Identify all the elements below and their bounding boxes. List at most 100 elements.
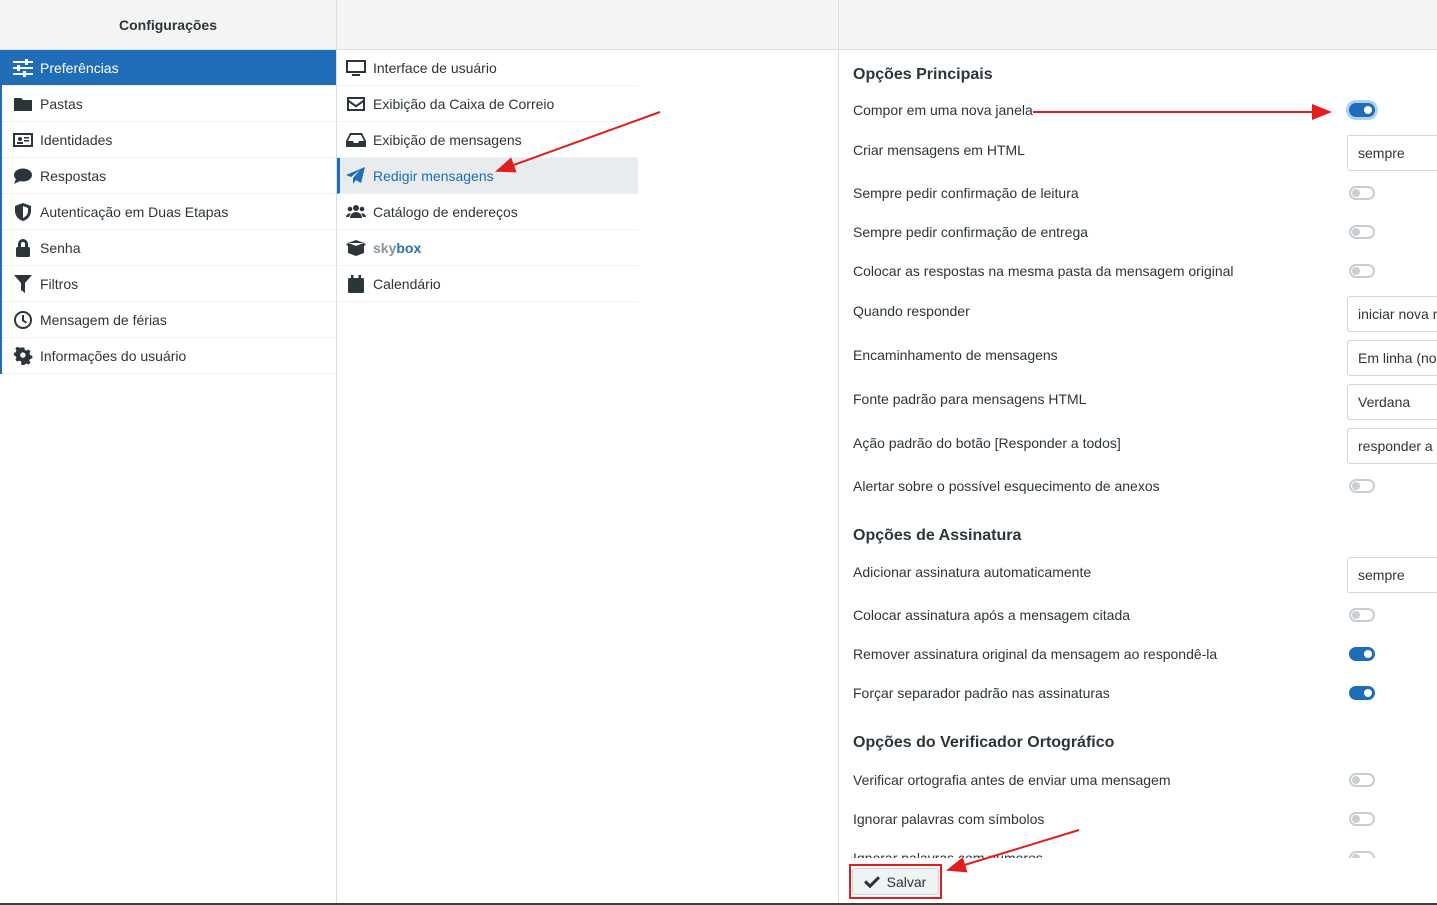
setting-sig-below-quote: Colocar assinatura após a mensagem citad… [853, 603, 1437, 627]
section-item-identities[interactable]: Identidades [2, 122, 336, 158]
setting-force-separator: Forçar separador padrão nas assinaturas [853, 681, 1437, 705]
setting-strip-signature: Remover assinatura original da mensagem … [853, 642, 1437, 666]
settings-sections-panel: Configurações Preferências Pastas Identi… [0, 0, 337, 905]
section-title-signature: Opções de Assinatura [853, 527, 1022, 544]
save-button[interactable]: Salvar [849, 864, 942, 899]
sig-below-quote-toggle[interactable] [1349, 608, 1375, 622]
monitor-icon [345, 59, 367, 77]
setting-label: Ação padrão do botão [Responder a todos] [853, 435, 1121, 451]
gear-icon [12, 346, 34, 365]
pref-item-label: Interface de usuário [373, 59, 497, 76]
pref-item-calendar[interactable]: Calendário [337, 266, 638, 302]
setting-reply-same-folder: Colocar as respostas na mesma pasta da m… [853, 259, 1437, 283]
preferences-sections-panel: Interface de usuário Exibição da Caixa d… [337, 0, 839, 905]
pref-item-label: Exibição de mensagens [373, 131, 522, 148]
setting-label: Colocar as respostas na mesma pasta da m… [853, 263, 1234, 279]
section-item-user-info[interactable]: Informações do usuário [2, 338, 336, 374]
section-item-label: Filtros [40, 275, 79, 292]
pref-item-mailbox-view[interactable]: Exibição da Caixa de Correio [337, 86, 638, 122]
spell-before-send-toggle[interactable] [1349, 773, 1375, 787]
section-item-responses[interactable]: Respostas [2, 158, 336, 194]
pref-item-skybox[interactable]: skybox [337, 230, 638, 266]
section-item-folders[interactable]: Pastas [2, 86, 336, 122]
when-replying-select[interactable]: iniciar nova me [1347, 296, 1437, 332]
pref-item-label: Exibição da Caixa de Correio [373, 95, 555, 112]
setting-default-font: Fonte padrão para mensagens HTML Verdana [853, 384, 1437, 420]
setting-label: Ignorar palavras com números [853, 850, 1043, 858]
attachment-reminder-toggle[interactable] [1349, 479, 1375, 493]
setting-label: Compor em uma nova janela [853, 102, 1033, 118]
section-item-vacation[interactable]: Mensagem de férias [2, 302, 336, 338]
strip-signature-toggle[interactable] [1349, 647, 1375, 661]
auto-signature-select[interactable]: sempre [1347, 557, 1437, 593]
compose-settings-header [839, 0, 1437, 50]
filter-icon [12, 274, 34, 293]
setting-ignore-numbers: Ignorar palavras com números [853, 846, 1437, 858]
setting-label: Alertar sobre o possível esquecimento de… [853, 478, 1160, 494]
pref-item-label: Catálogo de endereços [373, 203, 518, 220]
pref-item-address-book[interactable]: Catálogo de endereços [337, 194, 638, 230]
section-item-password[interactable]: Senha [2, 230, 336, 266]
section-item-label: Senha [40, 239, 81, 256]
section-item-label: Pastas [40, 95, 83, 112]
box-icon [345, 239, 367, 257]
read-receipt-toggle[interactable] [1349, 186, 1375, 200]
setting-label: Ignorar palavras com símbolos [853, 811, 1045, 827]
default-font-select[interactable]: Verdana [1347, 384, 1437, 420]
sliders-icon [12, 58, 34, 77]
section-item-preferences[interactable]: Preferências [2, 50, 336, 86]
skybox-label: skybox [373, 240, 421, 256]
section-item-label: Informações do usuário [40, 347, 187, 364]
preference-section-list: Interface de usuário Exibição da Caixa d… [337, 50, 638, 302]
html-compose-select[interactable]: sempre [1347, 135, 1437, 171]
setting-delivery-receipt: Sempre pedir confirmação de entrega [853, 220, 1437, 244]
lock-icon [12, 238, 34, 257]
setting-read-receipt: Sempre pedir confirmação de leitura [853, 181, 1437, 205]
pref-item-user-interface[interactable]: Interface de usuário [337, 50, 638, 86]
settings-title: Configurações [118, 16, 217, 33]
skybox-label-prefix: sky [373, 239, 397, 256]
skybox-label-suffix: box [396, 239, 422, 256]
settings-section-list: Preferências Pastas Identidades Resposta… [0, 50, 336, 374]
setting-label: Sempre pedir confirmação de entrega [853, 224, 1089, 240]
setting-reply-all-default: Ação padrão do botão [Responder a todos]… [853, 428, 1437, 464]
section-item-label: Preferências [40, 59, 119, 76]
settings-header: Configurações [0, 0, 336, 50]
checkmark-icon [863, 875, 880, 888]
save-button-body: Salvar [851, 868, 940, 895]
users-icon [345, 203, 367, 221]
force-separator-toggle[interactable] [1349, 686, 1375, 700]
setting-auto-signature: Adicionar assinatura automaticamente sem… [853, 557, 1437, 593]
compose-settings-form: Opções Principais Compor em uma nova jan… [839, 50, 1437, 858]
setting-when-replying: Quando responder iniciar nova me [853, 296, 1437, 332]
setting-label: Quando responder [853, 303, 970, 319]
paper-plane-icon [345, 166, 367, 185]
setting-label: Verificar ortografia antes de enviar uma… [853, 772, 1171, 788]
setting-ignore-symbols: Ignorar palavras com símbolos [853, 807, 1437, 831]
folder-icon [12, 95, 34, 113]
calendar-icon [345, 274, 367, 293]
section-item-label: Identidades [40, 131, 113, 148]
forwarding-select[interactable]: Em linha (no co [1347, 340, 1437, 376]
compose-settings-panel: Opções Principais Compor em uma nova jan… [839, 0, 1437, 905]
reply-same-folder-toggle[interactable] [1349, 264, 1375, 278]
setting-label: Adicionar assinatura automaticamente [853, 564, 1092, 580]
pref-item-compose[interactable]: Redigir mensagens [337, 158, 638, 194]
section-item-label: Respostas [40, 167, 107, 184]
comment-icon [12, 167, 34, 185]
section-item-label: Autenticação em Duas Etapas [40, 203, 229, 220]
ignore-numbers-toggle[interactable] [1349, 851, 1375, 858]
pref-item-label: Redigir mensagens [373, 167, 494, 184]
form-footer: Salvar [839, 858, 1437, 905]
compose-new-window-toggle[interactable] [1349, 103, 1375, 117]
section-item-2fa[interactable]: Autenticação em Duas Etapas [2, 194, 336, 230]
delivery-receipt-toggle[interactable] [1349, 225, 1375, 239]
ignore-symbols-toggle[interactable] [1349, 812, 1375, 826]
setting-label: Sempre pedir confirmação de leitura [853, 185, 1079, 201]
preferences-header [337, 0, 838, 50]
setting-spell-before-send: Verificar ortografia antes de enviar uma… [853, 768, 1437, 792]
section-item-filters[interactable]: Filtros [2, 266, 336, 302]
reply-all-default-select[interactable]: responder a tod [1347, 428, 1437, 464]
setting-label: Forçar separador padrão nas assinaturas [853, 685, 1110, 701]
pref-item-message-view[interactable]: Exibição de mensagens [337, 122, 638, 158]
